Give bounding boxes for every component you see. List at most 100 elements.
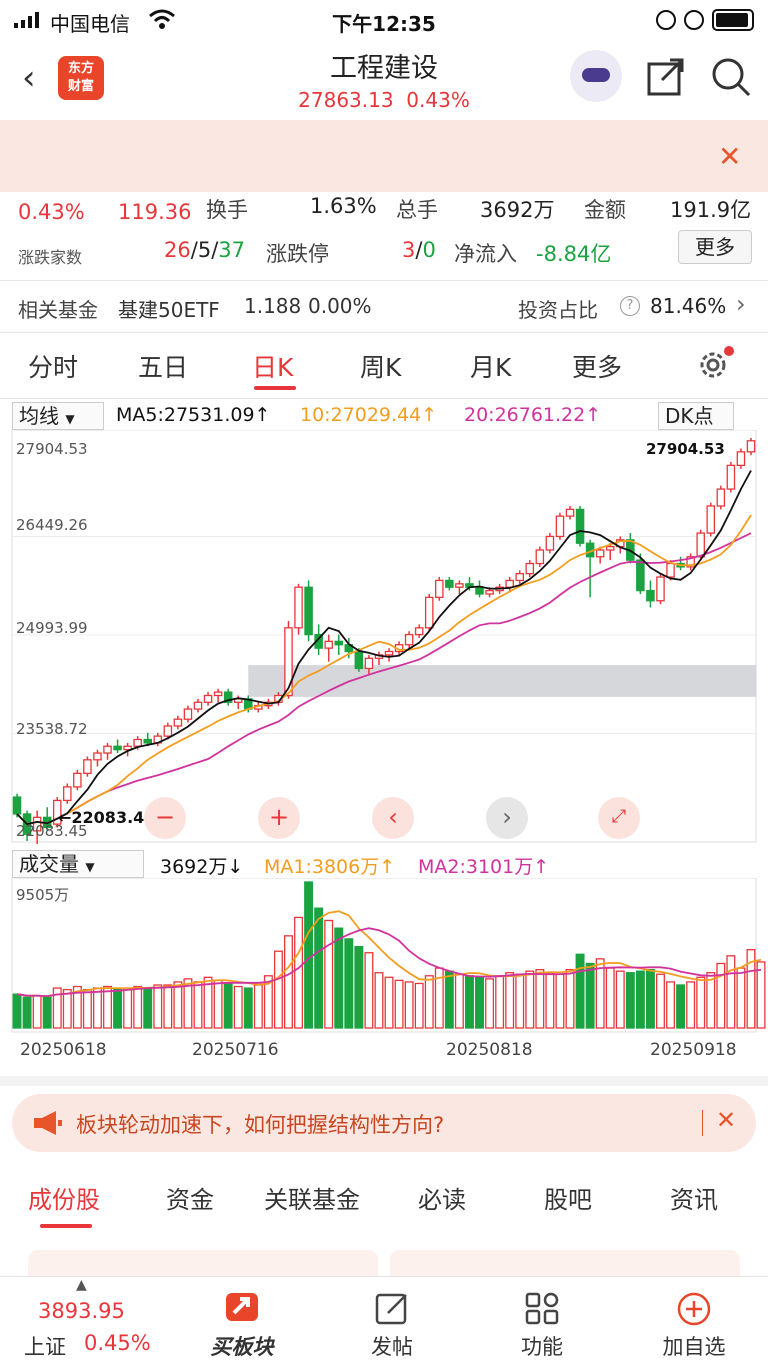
date-label: 20250818: [446, 1040, 533, 1060]
tab-more[interactable]: 更多: [572, 348, 622, 384]
candle-body: [575, 508, 585, 544]
card-preview: [28, 1250, 378, 1276]
buy-sector-icon: [192, 1291, 292, 1333]
volume-bar: [485, 978, 495, 1029]
share-icon[interactable]: [646, 56, 686, 100]
candle-body: [746, 440, 756, 453]
stat-volume: 3692万: [480, 198, 555, 222]
volume-bar: [384, 976, 394, 1029]
volume-bar: [515, 973, 525, 1029]
volume-ma1: MA1:3806万↑: [264, 856, 396, 878]
tab-capital[interactable]: 资金: [166, 1180, 214, 1215]
more-stats-button[interactable]: 更多: [678, 230, 752, 264]
candle-body: [716, 488, 726, 507]
tab-news[interactable]: 资讯: [670, 1180, 718, 1215]
volume-bar: [666, 981, 676, 1029]
volume-bar: [404, 981, 414, 1029]
tab-monthly-k[interactable]: 月K: [470, 348, 511, 384]
volume-bar: [133, 985, 143, 1029]
volume-dropdown[interactable]: 成交量 ▼: [12, 850, 144, 878]
candle-body: [203, 694, 213, 703]
volume-bar: [294, 916, 304, 1029]
fund-ratio: 81.46%: [650, 294, 727, 318]
status-bar: 中国电信 下午12:35: [0, 0, 768, 40]
tab-must-read[interactable]: 必读: [418, 1180, 466, 1215]
volume-bar: [645, 968, 655, 1029]
stat-adv: 26: [164, 238, 191, 262]
notice-bar[interactable]: 板块轮动加速下，如何把握结构性方向? ✕: [12, 1094, 756, 1152]
candle-body: [113, 745, 122, 751]
volume-bar: [32, 995, 42, 1029]
divider: [702, 1110, 703, 1136]
stat-volume-label: 总手: [396, 198, 438, 222]
volume-value: 3692万↓: [160, 856, 244, 878]
volume-chart[interactable]: [0, 878, 768, 1034]
kline-chart[interactable]: [0, 430, 768, 844]
function-label: 功能: [521, 1335, 563, 1359]
stat-flat: 5: [197, 238, 212, 262]
volume-bar: [22, 996, 32, 1029]
tab-related-funds[interactable]: 关联基金: [264, 1180, 360, 1215]
candle-body: [63, 786, 72, 802]
candle-body: [304, 586, 313, 636]
date-label: 20250618: [20, 1040, 107, 1060]
section-gap: [0, 1076, 768, 1086]
clock: 下午12:35: [332, 12, 436, 36]
zoom-in-button[interactable]: +: [258, 797, 300, 839]
price-axis-label: 27904.53: [16, 440, 88, 458]
tab-constituents[interactable]: 成份股: [28, 1180, 100, 1215]
candle-body: [726, 464, 736, 490]
fullscreen-icon[interactable]: ⤢: [598, 797, 640, 839]
volume-bar: [676, 984, 686, 1029]
dk-point-button[interactable]: DK点: [658, 402, 734, 430]
tab-daily-k[interactable]: 日K: [252, 348, 293, 384]
volume-bar: [92, 987, 102, 1029]
promo-banner: ✕: [0, 120, 768, 192]
divider: [0, 280, 768, 281]
chevron-up-icon[interactable]: ▲: [76, 1277, 87, 1293]
candle-body: [485, 589, 494, 595]
robot-avatar-icon[interactable]: [570, 50, 622, 102]
candle-body: [404, 633, 414, 646]
candle-body: [193, 701, 203, 710]
index-change: 0.45%: [84, 1331, 151, 1355]
candle-body: [163, 725, 173, 737]
volume-bar: [344, 938, 354, 1029]
volume-bar: [253, 984, 263, 1029]
fund-name[interactable]: 基建50ETF: [118, 294, 220, 323]
fund-label: 相关基金: [18, 298, 98, 322]
scroll-left-button[interactable]: ‹: [372, 797, 414, 839]
add-circle-icon: [644, 1291, 744, 1335]
search-icon[interactable]: [710, 56, 752, 102]
help-icon[interactable]: ?: [620, 296, 640, 316]
volume-bar: [716, 962, 726, 1029]
index-value[interactable]: 3893.95: [38, 1299, 125, 1323]
close-icon[interactable]: ✕: [718, 140, 741, 173]
volume-bar: [243, 987, 253, 1029]
candle-body: [525, 562, 535, 575]
candle-body: [334, 640, 344, 646]
fund-price: 1.188: [244, 294, 302, 318]
candle-body: [173, 718, 183, 727]
tab-forum[interactable]: 股吧: [544, 1180, 592, 1215]
stat-change-pct: 0.43%: [18, 200, 85, 224]
price-axis-label: 26449.26: [16, 516, 88, 534]
tab-intraday[interactable]: 分时: [28, 348, 78, 384]
candle-body: [424, 596, 434, 629]
indicator-dropdown[interactable]: 均线 ▼: [12, 402, 104, 430]
tab-weekly-k[interactable]: 周K: [360, 348, 401, 384]
close-icon[interactable]: ✕: [716, 1106, 736, 1134]
stat-limit-down: 0: [422, 238, 436, 262]
tab-five-day[interactable]: 五日: [138, 348, 188, 384]
scroll-right-button[interactable]: ›: [486, 797, 528, 839]
stat-amount: 191.9亿: [670, 198, 752, 222]
settings-gear-icon[interactable]: [696, 346, 734, 386]
chevron-right-icon[interactable]: ›: [736, 290, 746, 318]
volume-bar: [454, 973, 464, 1029]
volume-bar: [173, 981, 183, 1029]
zoom-out-button[interactable]: −: [144, 797, 186, 839]
volume-bar: [334, 927, 344, 1029]
battery-icon: [712, 9, 754, 31]
candle-body: [83, 759, 92, 774]
stat-change-amt: 119.36: [118, 200, 192, 224]
